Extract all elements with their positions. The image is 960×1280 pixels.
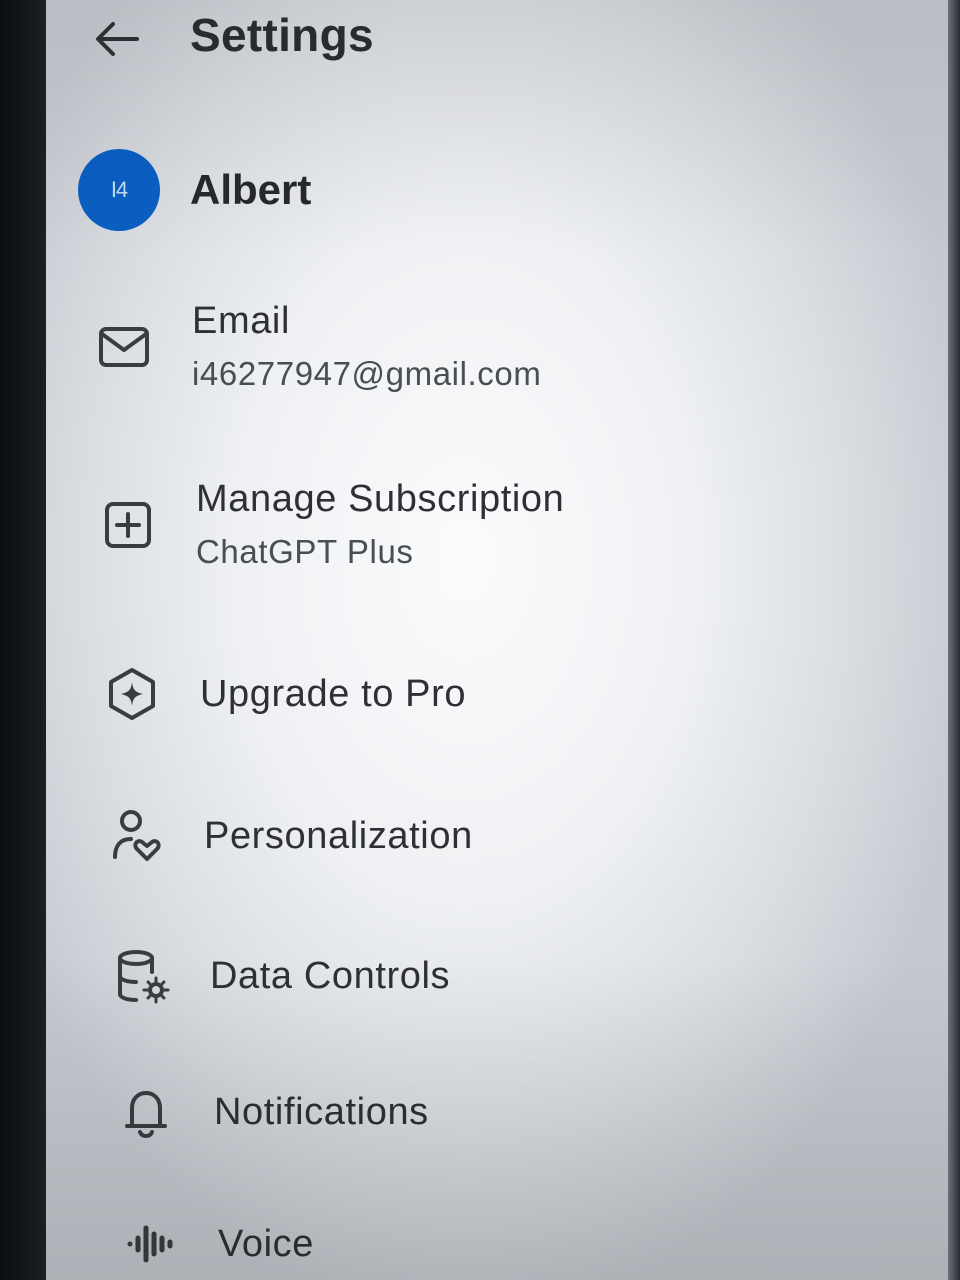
menu-item-data-controls[interactable]: Data Controls: [112, 946, 450, 1006]
bell-icon: [116, 1082, 176, 1142]
subscription-plan: ChatGPT Plus: [196, 533, 414, 570]
menu-item-notifications[interactable]: Notifications: [116, 1082, 429, 1142]
arrow-left-icon: [93, 19, 141, 59]
envelope-icon: [94, 317, 154, 377]
menu-label-email: Email: [192, 300, 291, 342]
email-value: i46277947@gmail.com: [192, 355, 542, 392]
menu-item-personalization[interactable]: Personalization: [106, 806, 473, 866]
sparkle-hexagon-icon: [102, 664, 162, 724]
menu-label-voice: Voice: [218, 1222, 314, 1265]
database-gear-icon: [112, 946, 172, 1006]
profile-row[interactable]: I4 Albert: [78, 148, 311, 232]
settings-screen: Settings I4 Albert Email i46277947@gmail…: [46, 0, 952, 1280]
person-heart-icon: [106, 806, 166, 866]
waveform-icon: [120, 1214, 180, 1274]
header: Settings: [46, 0, 952, 80]
menu-item-voice[interactable]: Voice: [120, 1214, 314, 1274]
menu-item-email[interactable]: Email i46277947@gmail.com: [94, 300, 541, 393]
profile-name: Albert: [190, 166, 312, 213]
avatar: I4: [78, 149, 160, 231]
menu-item-manage-subscription[interactable]: Manage Subscription ChatGPT Plus: [98, 478, 564, 571]
menu-label-manage-subscription: Manage Subscription: [196, 478, 565, 520]
menu-label-personalization: Personalization: [204, 814, 473, 857]
menu-label-data-controls: Data Controls: [210, 954, 451, 997]
menu-label-upgrade-to-pro: Upgrade to Pro: [200, 672, 467, 715]
device-edge: [948, 0, 960, 1280]
page-title: Settings: [190, 9, 374, 61]
menu-item-upgrade-to-pro[interactable]: Upgrade to Pro: [102, 664, 466, 724]
menu-label-notifications: Notifications: [214, 1090, 429, 1133]
plus-square-icon: [98, 495, 158, 555]
back-button[interactable]: [90, 14, 144, 64]
